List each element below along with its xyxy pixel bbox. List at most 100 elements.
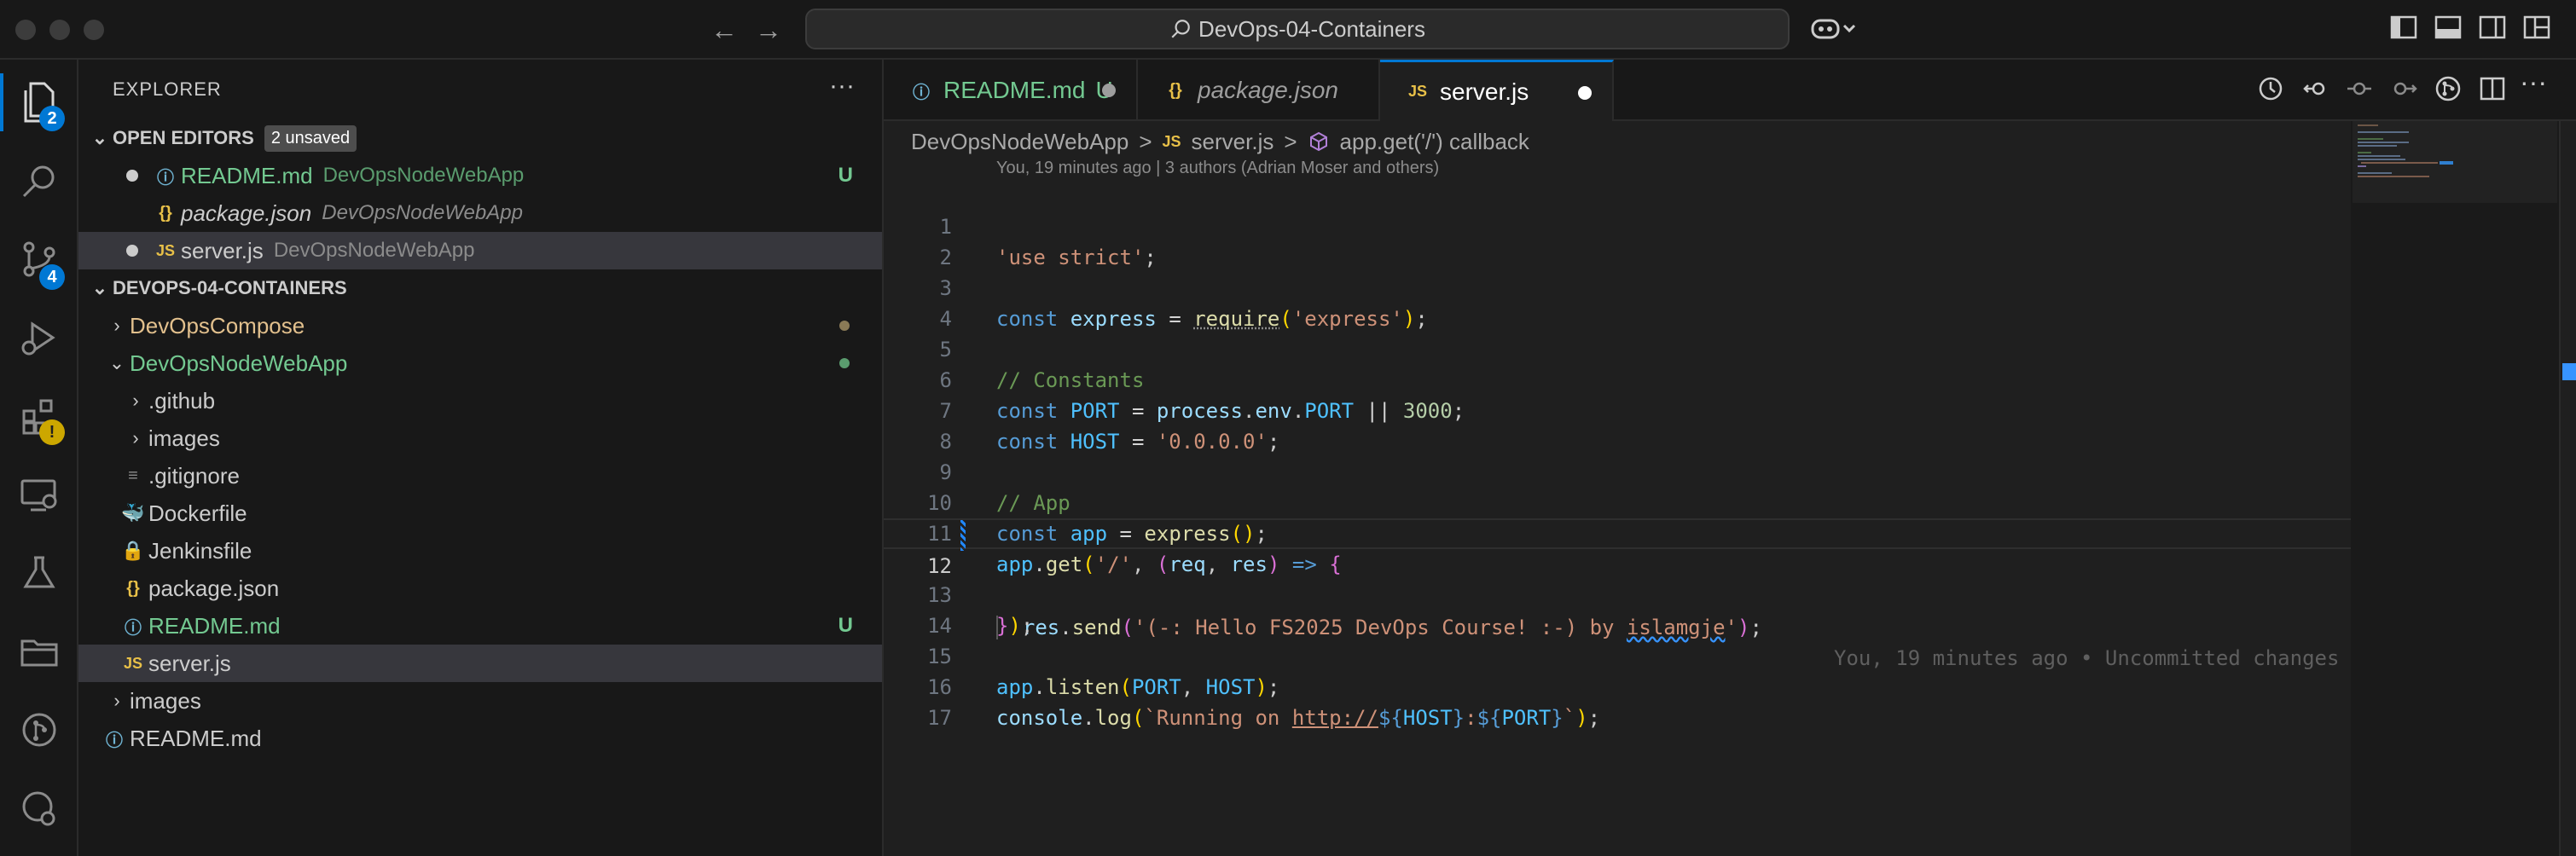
remote-explorer-icon[interactable] xyxy=(0,455,78,534)
open-editor-item-server-js[interactable]: JS server.js DevOpsNodeWebApp xyxy=(78,232,882,269)
open-editors-label: OPEN EDITORS xyxy=(113,127,254,148)
unsaved-dot-icon[interactable] xyxy=(1578,86,1592,100)
breadcrumb-file[interactable]: server.js xyxy=(1192,129,1274,155)
project-manager-icon[interactable] xyxy=(0,612,78,691)
code-line: 14 xyxy=(884,580,2351,638)
open-editor-item-package-json[interactable]: {} package.json DevOpsNodeWebApp xyxy=(78,194,882,232)
docker-icon: 🐳 xyxy=(121,502,145,523)
tree-file-gitignore[interactable]: ≡ .gitignore xyxy=(78,457,882,495)
code-line: 9 // App xyxy=(884,426,2351,515)
customize-layout-icon[interactable] xyxy=(2521,12,2556,46)
tree-file-readme-root[interactable]: ⓘ README.md xyxy=(78,720,882,757)
chevron-right-icon: › xyxy=(113,315,120,336)
vertical-scrollbar[interactable] xyxy=(2559,121,2576,856)
javascript-icon: JS xyxy=(1162,132,1181,150)
title-bar: ← → DevOps-04-Containers xyxy=(0,0,2576,60)
code-line: 13 }); xyxy=(884,549,2351,638)
folder-name: DevOpsCompose xyxy=(130,312,305,338)
modified-line-gutter[interactable] xyxy=(960,520,966,551)
url-link: http:// xyxy=(1291,706,1378,730)
chevron-down-icon: ⌄ xyxy=(108,352,125,373)
chevron-down-icon: ⌄ xyxy=(91,127,108,148)
tab-readme[interactable]: ⓘ README.md U xyxy=(884,60,1138,121)
explorer-badge: 2 xyxy=(39,106,65,131)
timeline-icon[interactable] xyxy=(2255,73,2286,104)
back-arrow-icon[interactable]: ← xyxy=(706,12,742,48)
command-center-label: DevOps-04-Containers xyxy=(1198,15,1425,42)
open-editors-header[interactable]: ⌄ OPEN EDITORS 2 unsaved xyxy=(78,119,882,157)
open-editor-item-readme[interactable]: ⓘ README.md DevOpsNodeWebApp U xyxy=(78,157,882,194)
toggle-secondary-sidebar-icon[interactable] xyxy=(2477,12,2511,46)
code-line: 16 console.log(`Running on http://${HOST… xyxy=(884,641,2351,730)
next-change-icon[interactable] xyxy=(2388,73,2419,104)
run-debug-icon[interactable] xyxy=(0,298,78,377)
testing-icon[interactable] xyxy=(0,534,78,612)
tree-file-dockerfile[interactable]: 🐳 Dockerfile xyxy=(78,495,882,532)
file-name: README.md xyxy=(148,612,281,639)
info-icon: ⓘ xyxy=(106,731,123,750)
tree-folder-github[interactable]: › .github xyxy=(78,382,882,419)
tree-file-jenkinsfile[interactable]: 🔒 Jenkinsfile xyxy=(78,532,882,570)
untracked-flag: U xyxy=(838,614,853,637)
tree-file-readme[interactable]: ⓘ README.md U xyxy=(78,607,882,645)
info-icon: ⓘ xyxy=(157,168,174,188)
unsaved-badge: 2 unsaved xyxy=(264,124,357,152)
code-line: 11 app.get('/', (req, res) => { xyxy=(884,488,2351,576)
untracked-flag: U xyxy=(838,164,853,187)
toggle-sidebar-icon[interactable] xyxy=(2388,12,2422,46)
tree-file-server-js[interactable]: JS server.js xyxy=(78,645,882,682)
source-control-icon[interactable]: 4 xyxy=(0,220,78,298)
code-line: 2 xyxy=(884,211,2351,269)
tree-folder-devopsnodewebapp[interactable]: ⌄ DevOpsNodeWebApp xyxy=(78,344,882,382)
tab-label: server.js xyxy=(1440,78,1529,105)
minimize-window-button[interactable] xyxy=(49,20,70,40)
git-commit-icon[interactable] xyxy=(2344,73,2375,104)
folder-name: images xyxy=(130,687,201,714)
breadcrumb-symbol[interactable]: app.get('/') callback xyxy=(1340,129,1529,155)
gitlens-icon[interactable] xyxy=(0,769,78,847)
template-string: `Running on xyxy=(1144,706,1292,730)
search-icon[interactable] xyxy=(0,142,78,220)
workspace-header[interactable]: ⌄ DEVOPS-04-CONTAINERS xyxy=(78,269,882,307)
tab-package-json[interactable]: {} package.json xyxy=(1138,60,1380,121)
git-compare-icon[interactable] xyxy=(2300,73,2330,104)
text-file-icon: ≡ xyxy=(128,466,138,485)
search-icon xyxy=(1171,20,1190,38)
forward-arrow-icon[interactable]: → xyxy=(751,12,786,48)
code-line: 1 'use strict'; xyxy=(884,181,2351,269)
close-window-button[interactable] xyxy=(15,20,36,40)
codelens-authors[interactable]: You, 19 minutes ago | 3 authors (Adrian … xyxy=(996,159,1439,178)
folder-name: images xyxy=(148,425,220,451)
minimap-preview xyxy=(2353,121,2557,203)
unsaved-dot-icon xyxy=(126,245,138,257)
unsaved-dot-icon xyxy=(126,170,138,182)
chevron-right-icon: › xyxy=(132,427,139,448)
breadcrumb-folder[interactable]: DevOpsNodeWebApp xyxy=(911,129,1128,155)
maximize-window-button[interactable] xyxy=(84,20,104,40)
file-folder: DevOpsNodeWebApp xyxy=(322,201,523,224)
explorer-icon[interactable]: 2 xyxy=(0,63,78,142)
copilot-icon[interactable] xyxy=(1810,12,1856,46)
tree-folder-images-root[interactable]: › images xyxy=(78,682,882,720)
command-center-search[interactable]: DevOps-04-Containers xyxy=(805,9,1790,49)
tree-file-package-json[interactable]: {} package.json xyxy=(78,570,882,607)
split-editor-icon[interactable] xyxy=(2477,73,2508,104)
more-actions-icon[interactable]: ··· xyxy=(829,72,855,101)
code-editor[interactable]: 1 'use strict'; 2 3 const express = requ… xyxy=(884,181,2351,856)
tree-folder-images[interactable]: › images xyxy=(78,419,882,457)
code-line: 4 xyxy=(884,273,2351,331)
more-actions-icon[interactable]: ··· xyxy=(2520,67,2547,98)
tree-folder-devopscompose[interactable]: › DevOpsCompose xyxy=(78,307,882,344)
chevron-right-icon: › xyxy=(132,390,139,411)
minimap[interactable] xyxy=(2351,121,2559,856)
gitlens-inspect-icon[interactable] xyxy=(2433,73,2463,104)
scm-badge: 4 xyxy=(39,264,65,290)
git-graph-icon[interactable] xyxy=(0,691,78,769)
tab-server-js[interactable]: JS server.js xyxy=(1380,60,1614,121)
toggle-panel-icon[interactable] xyxy=(2433,12,2467,46)
untracked-dot-icon xyxy=(839,358,850,368)
extensions-icon[interactable]: ! xyxy=(0,377,78,455)
file-name: Jenkinsfile xyxy=(148,537,252,564)
file-name: package.json xyxy=(181,200,312,226)
json-icon: {} xyxy=(1169,80,1182,100)
